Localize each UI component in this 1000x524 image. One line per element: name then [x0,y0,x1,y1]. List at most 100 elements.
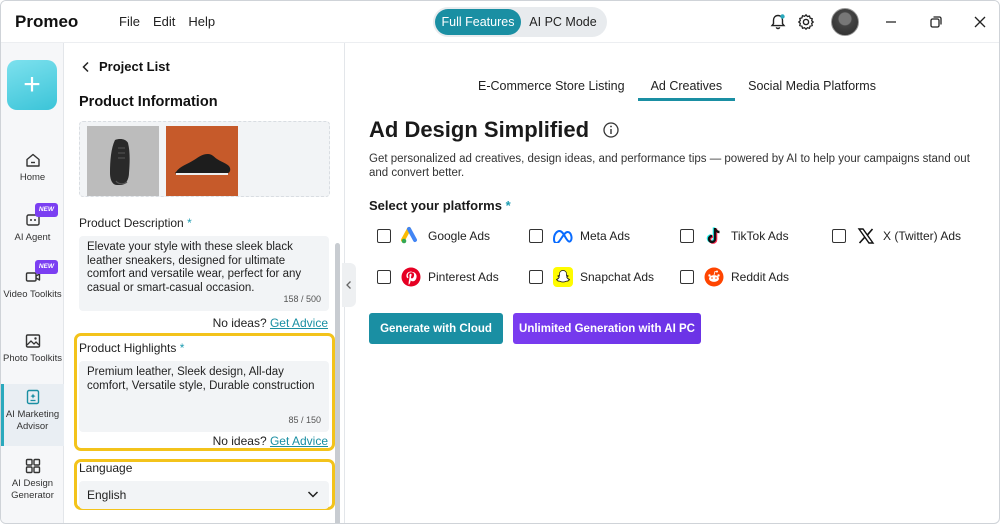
nav-photo-toolkits[interactable]: Photo Toolkits [1,332,64,380]
left-nav: + Home NEW AI Agent NEW Video Toolkits P… [1,43,64,523]
unlimited-generation-ai-pc-button[interactable]: Unlimited Generation with AI PC [513,313,701,344]
reddit-icon [703,266,725,288]
ai-pc-mode-button[interactable]: AI PC Mode [521,9,605,35]
product-image-1[interactable] [87,126,159,196]
info-icon[interactable] [602,121,620,139]
chevron-left-icon [346,281,351,289]
title-bar: Promeo File Edit Help Full Features AI P… [1,1,999,43]
close-icon[interactable] [970,12,990,32]
language-value: English [87,488,127,502]
highlights-counter: 85 / 150 [288,414,321,425]
tab-ad-creatives[interactable]: Ad Creatives [637,72,736,101]
checkbox[interactable] [377,270,391,284]
x-twitter-icon [855,225,877,247]
tab-ecommerce[interactable]: E-Commerce Store Listing [465,72,638,101]
description-no-ideas: No ideas? Get Advice [213,316,328,330]
restore-icon[interactable] [926,12,946,32]
menu-edit[interactable]: Edit [153,14,175,29]
nav-photo-label: Photo Toolkits [3,353,62,364]
platform-reddit-ads[interactable]: Reddit Ads [680,266,789,288]
language-label: Language [79,461,133,475]
add-project-button[interactable]: + [7,60,57,110]
platform-label: Pinterest Ads [428,270,499,284]
platform-pinterest-ads[interactable]: Pinterest Ads [377,266,499,288]
tab-social-media[interactable]: Social Media Platforms [735,72,889,101]
highlights-label-text: Product Highlights [79,341,177,355]
pinterest-icon [400,266,422,288]
platform-meta-ads[interactable]: Meta Ads [529,225,630,247]
app-window: Promeo File Edit Help Full Features AI P… [0,0,1000,524]
product-image-2[interactable] [166,126,238,196]
no-ideas-text: No ideas? [212,316,267,330]
gear-icon[interactable] [796,12,816,32]
section-title: Product Information [79,94,218,110]
google-ads-icon [400,225,422,247]
highlights-no-ideas: No ideas? Get Advice [213,434,328,448]
nav-ai-agent[interactable]: NEW AI Agent [1,203,64,249]
description-text: Elevate your style with these sleek blac… [87,241,302,294]
new-badge: NEW [34,260,58,274]
highlights-label: Product Highlights * [79,341,184,355]
checkbox[interactable] [680,270,694,284]
home-icon [25,153,40,167]
description-label: Product Description * [79,216,192,230]
new-badge: NEW [34,203,58,217]
platform-label: Meta Ads [580,229,631,243]
checkbox[interactable] [680,229,694,243]
app-name: Promeo [15,12,79,31]
checkbox[interactable] [377,229,391,243]
mode-switch: Full Features AI PC Mode [433,7,607,37]
snapchat-icon [552,266,574,288]
platform-label: Reddit Ads [731,270,790,284]
avatar[interactable] [831,8,859,36]
description-label-text: Product Description [79,216,184,230]
chevron-down-icon [307,491,319,498]
get-advice-link[interactable]: Get Advice [270,434,328,448]
nav-ai-design-generator[interactable]: AI Design Generator [1,457,64,505]
nav-video-toolkits[interactable]: NEW Video Toolkits [1,260,64,316]
full-features-button[interactable]: Full Features [435,9,521,35]
grid-icon [25,458,40,474]
platforms-label: Select your platforms * [369,198,511,213]
product-images [79,121,330,197]
menu-file[interactable]: File [119,14,140,29]
nav-ai-agent-label: AI Agent [14,232,51,243]
collapse-panel-handle[interactable] [342,263,356,307]
platform-x-ads[interactable]: X (Twitter) Ads [832,225,961,247]
description-counter: 158 / 500 [283,293,321,304]
chevron-left-icon [82,61,89,72]
platform-google-ads[interactable]: Google Ads [377,225,490,247]
platform-tiktok-ads[interactable]: TikTok Ads [680,225,789,247]
nav-home[interactable]: Home [1,151,64,189]
platform-snapchat-ads[interactable]: Snapchat Ads [529,266,654,288]
minimize-icon[interactable] [881,12,901,32]
marketing-icon [26,389,39,405]
nav-home-label: Home [19,172,46,183]
meta-icon [552,225,574,247]
checkbox[interactable] [529,270,543,284]
platform-label: TikTok Ads [731,229,789,243]
required-mark: * [505,198,511,213]
checkbox[interactable] [832,229,846,243]
get-advice-link[interactable]: Get Advice [270,316,328,330]
generate-with-cloud-button[interactable]: Generate with Cloud [369,313,503,344]
no-ideas-text: No ideas? [212,434,267,448]
page-title: Ad Design Simplified [369,117,590,142]
back-label: Project List [99,59,170,74]
tiktok-icon [703,225,725,247]
language-select[interactable]: English [79,481,329,509]
panel-scrollbar[interactable] [335,243,340,523]
highlights-text: Premium leather, Sleek design, All-day c… [87,366,315,392]
description-textarea[interactable]: Elevate your style with these sleek blac… [79,236,329,311]
required-mark: * [187,216,192,230]
checkbox[interactable] [529,229,543,243]
platform-label: Snapchat Ads [580,270,655,284]
required-mark: * [179,341,185,355]
bell-icon[interactable] [768,12,788,32]
photo-icon [25,334,40,348]
platforms-label-text: Select your platforms [369,198,502,213]
menu-help[interactable]: Help [188,14,215,29]
nav-ai-marketing-advisor[interactable]: AI Marketing Advisor [1,384,64,446]
highlights-textarea[interactable]: Premium leather, Sleek design, All-day c… [79,361,329,432]
back-to-project-list[interactable]: Project List [81,59,170,74]
